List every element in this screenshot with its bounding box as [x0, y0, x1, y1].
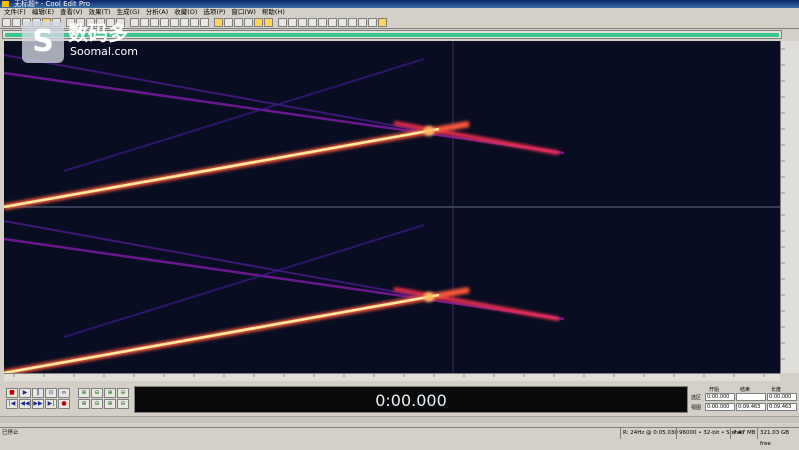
status-size: 7.47 MB	[730, 428, 756, 439]
watermark-chinese: 数码多	[68, 21, 128, 45]
app-icon	[2, 1, 9, 7]
title-bar: 无标题* - Cool Edit Pro	[0, 0, 799, 8]
zoom-selection-button[interactable]: ⊖	[117, 388, 129, 398]
stop-button[interactable]: ■	[6, 388, 18, 398]
selection-end-field[interactable]	[736, 393, 766, 401]
toolbar-button[interactable]	[200, 18, 209, 27]
toolbar-button[interactable]	[2, 18, 11, 27]
window-title: 无标题* - Cool Edit Pro	[14, 0, 90, 8]
zoom-right-button[interactable]: ⊖	[91, 399, 103, 409]
header-length: 长度	[771, 387, 782, 393]
toolbar-button[interactable]	[368, 18, 377, 27]
zoom-full-button[interactable]: ⊕	[104, 388, 116, 398]
toolbar-button[interactable]	[190, 18, 199, 27]
spectrogram-graphic	[4, 41, 780, 373]
status-bar: 已停止 R: 24Hz @ 0:05.030 96000 • 32-bit • …	[0, 427, 799, 447]
menu-edit[interactable]: 编辑(E)	[31, 8, 55, 17]
loop-button[interactable]: ∞	[58, 388, 70, 398]
transport-controls: ■ ▶ ‖ ⊙ ∞ |◀ ◀◀ ▶▶ ▶| ● ⊕ ⊖ ⊕ ⊖ ⊕ ⊖ ⊕ ⊖	[2, 384, 132, 412]
toolbar-button[interactable]	[254, 18, 263, 27]
view-begin-field[interactable]: 0:00.000	[705, 403, 735, 411]
header-end: 结束	[740, 387, 751, 393]
header-begin: 开始	[709, 387, 720, 393]
level-meter	[0, 416, 799, 423]
menu-bar: 文件(F) 编辑(E) 查看(V) 效果(T) 生成(G) 分析(A) 收藏(O…	[0, 8, 799, 17]
label-selection: 选区	[691, 395, 702, 401]
selection-view-panel: 开始 结束 长度 选区 视图 0:00.000 0:00.000 0:00.00…	[691, 386, 797, 413]
pause-button[interactable]: ‖	[32, 388, 44, 398]
menu-analyze[interactable]: 分析(A)	[145, 8, 170, 17]
toolbar-button[interactable]	[358, 18, 367, 27]
watermark-english: Soomal.com	[70, 45, 138, 58]
go-to-end-button[interactable]: ▶|	[45, 399, 57, 409]
toolbar-button[interactable]	[328, 18, 337, 27]
toolbar-button[interactable]	[288, 18, 297, 27]
menu-help[interactable]: 帮助(H)	[261, 8, 286, 17]
toolbar-button[interactable]	[170, 18, 179, 27]
record-button[interactable]: ●	[58, 399, 70, 409]
menu-favorites[interactable]: 收藏(O)	[173, 8, 198, 17]
toolbar-button[interactable]	[214, 18, 223, 27]
toolbar-button[interactable]	[12, 18, 21, 27]
toolbar-button[interactable]	[180, 18, 189, 27]
time-display: 0:00.000	[134, 386, 688, 413]
zoom-out-horizontal-button[interactable]: ⊖	[91, 388, 103, 398]
toolbar-button[interactable]	[348, 18, 357, 27]
status-state: 已停止	[2, 430, 19, 436]
menu-effects[interactable]: 效果(T)	[88, 8, 112, 17]
go-to-start-button[interactable]: |◀	[6, 399, 18, 409]
toolbar-button[interactable]	[264, 18, 273, 27]
zoom-out-vertical-button[interactable]: ⊖	[117, 399, 129, 409]
zoom-in-horizontal-button[interactable]: ⊕	[78, 388, 90, 398]
view-end-field[interactable]: 0:09.463	[736, 403, 766, 411]
toolbar-button[interactable]	[338, 18, 347, 27]
toolbar-button[interactable]	[244, 18, 253, 27]
zoom-in-vertical-button[interactable]: ⊕	[104, 399, 116, 409]
rewind-button[interactable]: ◀◀	[19, 399, 31, 409]
zoom-left-button[interactable]: ⊕	[78, 399, 90, 409]
menu-window[interactable]: 窗口(W)	[230, 8, 257, 17]
frequency-ruler	[780, 41, 799, 373]
watermark-logo: S	[22, 21, 64, 63]
play-button[interactable]: ▶	[19, 388, 31, 398]
time-ruler	[4, 373, 780, 381]
view-length-field[interactable]: 0:09.463	[767, 403, 797, 411]
spectral-view[interactable]	[4, 41, 780, 373]
selection-begin-field[interactable]: 0:00.000	[705, 393, 735, 401]
fast-forward-button[interactable]: ▶▶	[32, 399, 44, 409]
toolbar-button[interactable]	[224, 18, 233, 27]
watermark: S 数码多 Soomal.com	[22, 21, 162, 63]
menu-options[interactable]: 选项(P)	[202, 8, 226, 17]
play-to-end-button[interactable]: ⊙	[45, 388, 57, 398]
toolbar-button[interactable]	[234, 18, 243, 27]
toolbar-button[interactable]	[308, 18, 317, 27]
status-position: R: 24Hz @ 0:05.030	[620, 428, 678, 439]
toolbar-button[interactable]	[278, 18, 287, 27]
label-view: 视图	[691, 405, 702, 411]
selection-length-field[interactable]: 0:00.000	[767, 393, 797, 401]
menu-file[interactable]: 文件(F)	[3, 8, 27, 17]
toolbar-button[interactable]	[298, 18, 307, 27]
status-free-space: 321.03 GB free	[757, 428, 799, 447]
menu-view[interactable]: 查看(V)	[59, 8, 84, 17]
menu-generate[interactable]: 生成(G)	[116, 8, 141, 17]
toolbar-button[interactable]	[378, 18, 387, 27]
toolbar-button[interactable]	[318, 18, 327, 27]
